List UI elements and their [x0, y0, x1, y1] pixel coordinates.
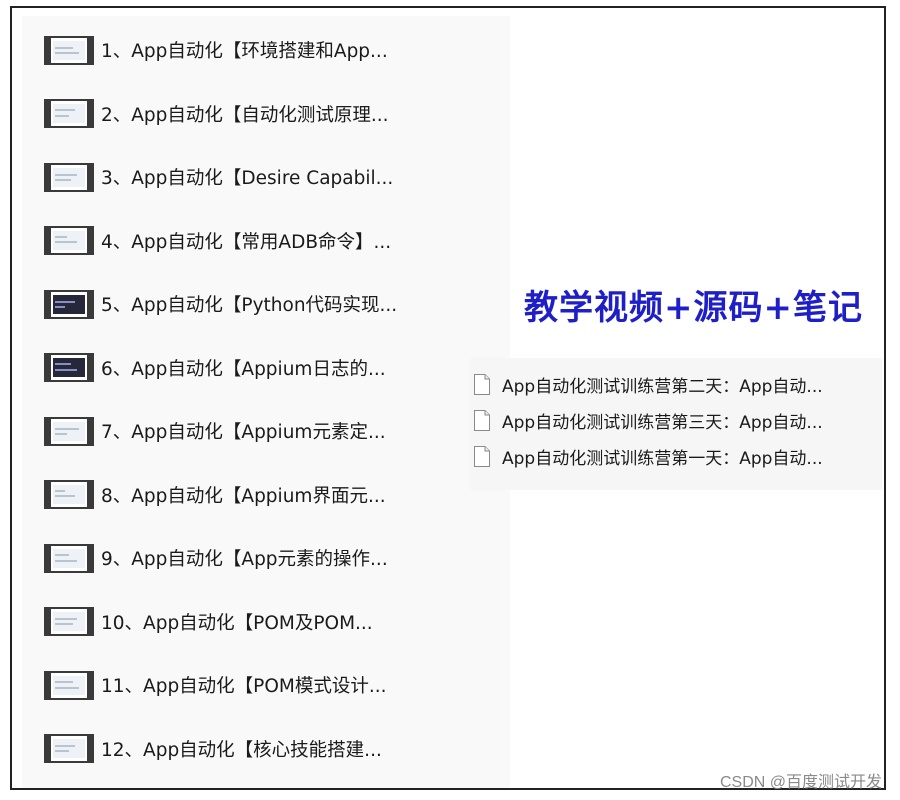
video-item-label: 4、App自动化【常用ADB命令】...: [101, 231, 392, 253]
video-item-label: 12、App自动化【核心技能搭建...: [101, 739, 382, 761]
video-thumbnail-icon: [44, 734, 94, 763]
video-item-10[interactable]: 10、App自动化【POM及POM...: [44, 598, 397, 646]
video-thumbnail-icon: [44, 670, 94, 700]
video-item-label: 1、App自动化【环境搭建和App...: [101, 41, 388, 62]
video-item-4[interactable]: 4、App自动化【常用ADB命令】...: [44, 217, 397, 265]
headline: 教学视频+源码+笔记: [524, 288, 863, 328]
video-item-2[interactable]: 2、App自动化【自动化测试原理...: [44, 90, 397, 138]
video-thumbnail-icon: [44, 162, 94, 192]
video-item-6[interactable]: 6、App自动化【Appium日志的...: [44, 344, 397, 392]
video-thumbnail-icon: [44, 289, 94, 319]
video-item-9[interactable]: 9、App自动化【App元素的操作...: [44, 534, 397, 582]
video-thumbnail-icon: [44, 226, 94, 255]
video-item-1[interactable]: 1、App自动化【环境搭建和App...: [44, 26, 397, 74]
document-icon: [474, 409, 490, 431]
video-item-3[interactable]: 3、App自动化【Desire Capabil...: [44, 153, 397, 201]
document-icon: [474, 445, 490, 467]
video-thumbnail-icon: [44, 416, 94, 446]
video-item-8[interactable]: 8、App自动化【Appium界面元...: [44, 471, 397, 519]
video-item-label: 11、App自动化【POM模式设计...: [101, 676, 387, 697]
file-item-1[interactable]: App自动化测试训练营第二天：App自动...: [474, 372, 823, 397]
video-thumbnail-icon: [44, 353, 94, 382]
video-thumbnail-icon: [44, 99, 94, 128]
file-item-label: App自动化测试训练营第一天：App自动...: [502, 448, 823, 469]
video-thumbnail-icon: [44, 543, 94, 573]
document-icon: [474, 373, 490, 395]
video-thumbnail-icon: [44, 35, 94, 65]
file-item-2[interactable]: App自动化测试训练营第三天：App自动...: [474, 408, 823, 433]
file-list: App自动化测试训练营第二天：App自动... App自动化测试训练营第三天：A…: [474, 372, 823, 480]
video-item-11[interactable]: 11、App自动化【POM模式设计...: [44, 661, 397, 709]
file-item-label: App自动化测试训练营第三天：App自动...: [502, 412, 823, 433]
file-item-3[interactable]: App自动化测试训练营第一天：App自动...: [474, 444, 823, 469]
video-thumbnail-icon: [44, 480, 94, 509]
video-item-5[interactable]: 5、App自动化【Python代码实现...: [44, 280, 397, 328]
video-item-label: 2、App自动化【自动化测试原理...: [101, 104, 389, 126]
video-item-12[interactable]: 12、App自动化【核心技能搭建...: [44, 725, 397, 773]
video-item-label: 9、App自动化【App元素的操作...: [101, 549, 388, 570]
video-item-7[interactable]: 7、App自动化【Appium元素定...: [44, 407, 397, 455]
video-thumbnail-icon: [44, 607, 94, 636]
video-item-label: 5、App自动化【Python代码实现...: [101, 295, 398, 316]
video-item-label: 6、App自动化【Appium日志的...: [101, 358, 386, 380]
watermark: CSDN @百度测试开发: [719, 774, 882, 791]
video-item-label: 10、App自动化【POM及POM...: [101, 612, 373, 634]
video-item-label: 7、App自动化【Appium元素定...: [101, 422, 386, 443]
video-list: 1、App自动化【环境搭建和App... 2、App自动化【自动化测试原理...…: [44, 26, 397, 788]
video-item-label: 3、App自动化【Desire Capabil...: [101, 168, 394, 189]
video-item-label: 8、App自动化【Appium界面元...: [101, 485, 386, 507]
file-item-label: App自动化测试训练营第二天：App自动...: [502, 376, 823, 397]
